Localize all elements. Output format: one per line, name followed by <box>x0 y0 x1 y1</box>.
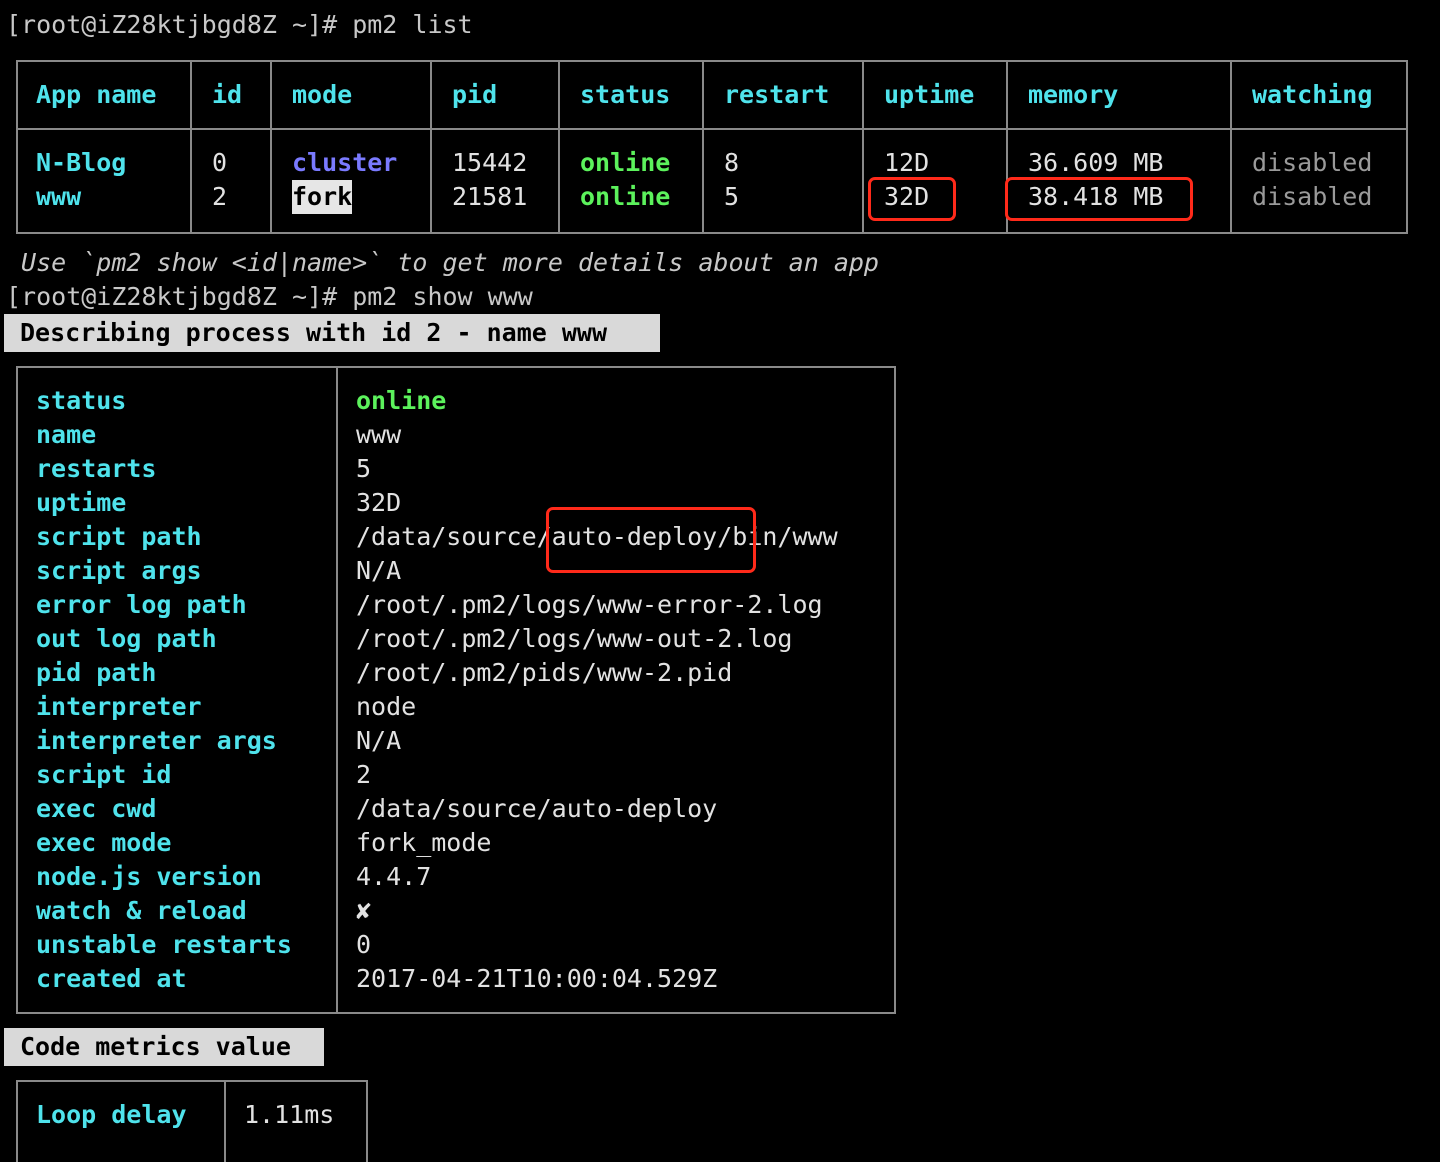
annotation-script-path-box <box>546 507 756 573</box>
detail-key: exec cwd <box>36 794 157 823</box>
detail-key: script id <box>36 760 172 789</box>
table-row-mode: cluster <box>292 148 398 177</box>
detail-value: 5 <box>356 454 372 483</box>
header-pid: pid <box>452 80 498 109</box>
detail-value: 0 <box>356 930 372 959</box>
metrics-banner: Code metrics value <box>4 1028 324 1066</box>
prompt-line-list: [root@iZ28ktjbgd8Z ~]# pm2 list <box>6 8 473 42</box>
detail-key: unstable restarts <box>36 930 292 959</box>
detail-key: script path <box>36 522 202 551</box>
metric-value-loop-delay: 1.11ms <box>244 1100 335 1129</box>
terminal-window[interactable]: [root@iZ28ktjbgd8Z ~]# pm2 list App name… <box>0 0 1440 1162</box>
detail-key: created at <box>36 964 187 993</box>
header-mode: mode <box>292 80 353 109</box>
detail-key: status <box>36 386 127 415</box>
process-details-table: status online name www restarts 5 uptime 32D scr… <box>16 366 896 1014</box>
annotation-uptime-box <box>868 177 956 221</box>
table-row-restart: 8 <box>724 148 740 177</box>
command-text: pm2 list <box>352 10 473 39</box>
header-app-name: App name <box>36 80 157 109</box>
detail-value: www <box>356 420 402 449</box>
detail-value: 2017-04-21T10:00:04.529Z <box>356 964 718 993</box>
shell-prompt: [root@iZ28ktjbgd8Z ~]# <box>6 282 338 311</box>
detail-key: watch & reload <box>36 896 247 925</box>
header-id: id <box>212 80 243 109</box>
table-row-id: 2 <box>212 182 228 211</box>
detail-value: /root/.pm2/pids/www-2.pid <box>356 658 733 687</box>
header-memory: memory <box>1028 80 1119 109</box>
detail-value: 32D <box>356 488 402 517</box>
header-status: status <box>580 80 671 109</box>
detail-value: /data/source/auto-deploy <box>356 794 718 823</box>
detail-key: interpreter <box>36 692 202 721</box>
describe-banner: Describing process with id 2 - name www <box>4 314 660 352</box>
detail-key: name <box>36 420 97 449</box>
detail-value: N/A <box>356 556 402 585</box>
detail-value: /root/.pm2/logs/www-error-2.log <box>356 590 823 619</box>
detail-key: error log path <box>36 590 247 619</box>
process-list-table: App name id mode pid status restart upti… <box>16 60 1408 234</box>
detail-value: online <box>356 386 447 415</box>
metric-key-loop-delay: Loop delay <box>36 1100 187 1129</box>
table-row-watching: disabled <box>1252 182 1373 211</box>
table-row-watching: disabled <box>1252 148 1373 177</box>
annotation-memory-box <box>1005 177 1193 221</box>
hint-text: Use `pm2 show <id|name>` to get more det… <box>6 248 879 277</box>
detail-key: out log path <box>36 624 217 653</box>
detail-value: /root/.pm2/logs/www-out-2.log <box>356 624 793 653</box>
shell-prompt: [root@iZ28ktjbgd8Z ~]# <box>6 10 338 39</box>
table-row-app-name: N-Blog <box>36 148 127 177</box>
prompt-line-show: [root@iZ28ktjbgd8Z ~]# pm2 show www <box>6 280 533 314</box>
detail-key: exec mode <box>36 828 172 857</box>
detail-value: fork_mode <box>356 828 492 857</box>
detail-value: ✘ <box>356 896 372 925</box>
header-uptime: uptime <box>884 80 975 109</box>
table-row-app-name: www <box>36 182 82 211</box>
detail-key: node.js version <box>36 862 262 891</box>
detail-value: N/A <box>356 726 402 755</box>
table-row-restart: 5 <box>724 182 740 211</box>
table-row-pid: 21581 <box>452 182 528 211</box>
detail-key: script args <box>36 556 202 585</box>
detail-key: uptime <box>36 488 127 517</box>
detail-value: 4.4.7 <box>356 862 432 891</box>
detail-key: restarts <box>36 454 157 483</box>
table-row-mode-highlighted: fork <box>292 180 353 214</box>
detail-key: pid path <box>36 658 157 687</box>
detail-value: 2 <box>356 760 372 789</box>
table-row-status: online <box>580 182 671 211</box>
header-restart: restart <box>724 80 830 109</box>
command-text: pm2 show www <box>352 282 533 311</box>
table-row-pid: 15442 <box>452 148 528 177</box>
code-metrics-table: Loop delay 1.11ms <box>16 1080 368 1162</box>
table-row-id: 0 <box>212 148 228 177</box>
detail-value: node <box>356 692 417 721</box>
table-row-uptime: 12D <box>884 148 930 177</box>
detail-key: interpreter args <box>36 726 277 755</box>
table-row-status: online <box>580 148 671 177</box>
table-row-memory: 36.609 MB <box>1028 148 1164 177</box>
header-watching: watching <box>1252 80 1373 109</box>
